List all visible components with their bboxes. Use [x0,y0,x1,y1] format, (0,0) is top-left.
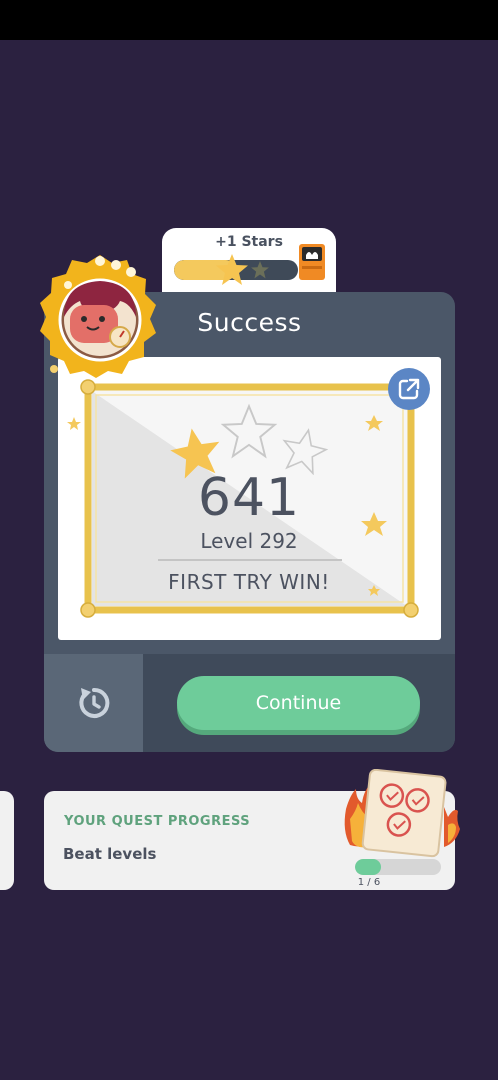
chest-icon [299,244,325,280]
share-icon [398,378,420,400]
divider [158,559,342,561]
share-button[interactable] [388,368,430,410]
result-level: Level 292 [200,529,298,553]
retry-button[interactable] [44,654,143,752]
quest-progress-card[interactable]: YOUR QUEST PROGRESS Beat levels 1 / 6 [44,769,460,890]
quest-badge [344,769,460,858]
star-outline-icon [251,261,269,279]
previous-card-stub [0,791,14,890]
result-message: FIRST TRY WIN! [168,570,330,594]
stars-reward-tab: +1 Stars [162,228,336,300]
card-actions: Continue [44,654,455,752]
avatar-badge [40,255,156,378]
continue-button[interactable]: Continue [177,676,420,730]
quest-progress-text: 1 / 6 [357,877,381,888]
status-bar [0,0,498,40]
quest-task: Beat levels [63,845,157,863]
quest-heading: YOUR QUEST PROGRESS [64,814,251,829]
retry-icon [78,687,109,718]
result-star-empty [220,403,278,459]
result-score: 641 [197,468,301,528]
star-icon [216,254,248,285]
